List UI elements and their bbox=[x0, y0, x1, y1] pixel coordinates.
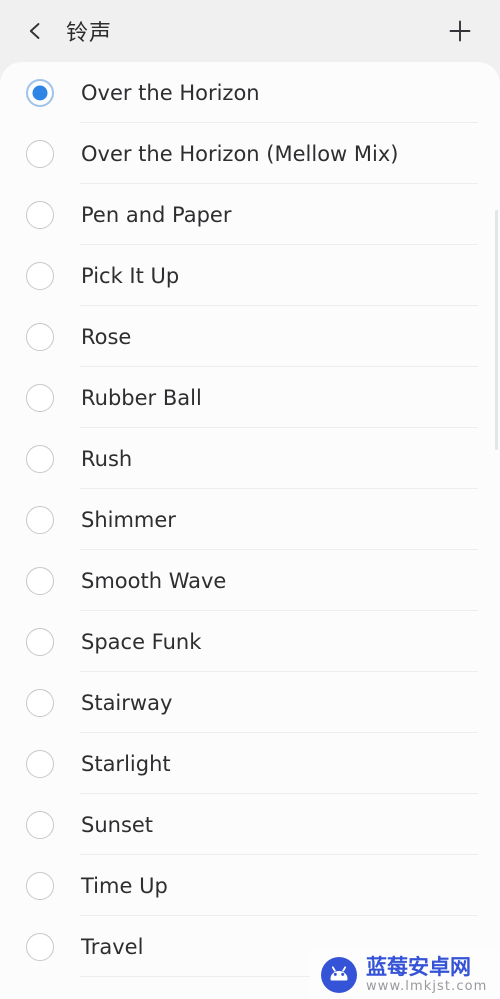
radio-unselected[interactable] bbox=[26, 871, 54, 900]
watermark-title: 蓝莓安卓网 bbox=[366, 954, 471, 979]
scrollbar-track[interactable] bbox=[494, 62, 498, 999]
radio-unselected[interactable] bbox=[26, 139, 54, 168]
ringtone-label: Stairway bbox=[81, 690, 173, 715]
chevron-left-icon bbox=[24, 20, 46, 42]
ringtone-label: Pick It Up bbox=[81, 263, 180, 288]
ringtone-row[interactable]: Stairway bbox=[0, 672, 500, 733]
ringtone-row[interactable]: Rubber Ball bbox=[0, 367, 500, 428]
ringtone-label: Sunset bbox=[81, 812, 154, 837]
ringtone-label: Smooth Wave bbox=[81, 568, 227, 593]
ringtone-row[interactable]: Space Funk bbox=[0, 611, 500, 672]
ringtone-label: Rush bbox=[81, 446, 133, 471]
back-button[interactable] bbox=[18, 14, 52, 48]
radio-unselected[interactable] bbox=[26, 383, 54, 412]
radio-unselected[interactable] bbox=[26, 688, 54, 717]
radio-unselected[interactable] bbox=[26, 444, 54, 473]
add-button[interactable] bbox=[442, 13, 478, 49]
ringtone-label: Over the Horizon (Mellow Mix) bbox=[81, 141, 399, 166]
scrollbar-thumb[interactable] bbox=[495, 210, 498, 450]
radio-selected[interactable] bbox=[26, 78, 54, 107]
ringtone-row[interactable]: Over the Horizon (Mellow Mix) bbox=[0, 123, 500, 184]
radio-unselected[interactable] bbox=[26, 322, 54, 351]
ringtone-label: Space Funk bbox=[81, 629, 202, 654]
watermark-text: 蓝莓安卓网 www.lmkjst.com bbox=[366, 954, 488, 994]
radio-unselected[interactable] bbox=[26, 505, 54, 534]
radio-unselected[interactable] bbox=[26, 749, 54, 778]
ringtone-row[interactable]: Sunset bbox=[0, 794, 500, 855]
ringtone-label: Over the Horizon bbox=[81, 80, 260, 105]
ringtone-row[interactable]: Rush bbox=[0, 428, 500, 489]
ringtone-label: Rubber Ball bbox=[81, 385, 202, 410]
ringtone-row[interactable]: Smooth Wave bbox=[0, 550, 500, 611]
ringtone-label: Travel bbox=[81, 934, 144, 959]
ringtone-row[interactable]: Rose bbox=[0, 306, 500, 367]
ringtone-label: Time Up bbox=[81, 873, 168, 898]
radio-unselected[interactable] bbox=[26, 810, 54, 839]
ringtone-list: Over the Horizon Over the Horizon (Mellow… bbox=[0, 62, 500, 999]
app-header: 铃声 bbox=[0, 0, 500, 62]
ringtone-label: Shimmer bbox=[81, 507, 176, 532]
radio-unselected[interactable] bbox=[26, 200, 54, 229]
ringtone-row[interactable]: Starlight bbox=[0, 733, 500, 794]
ringtone-row[interactable]: Time Up bbox=[0, 855, 500, 916]
android-robot-circle-icon bbox=[318, 954, 360, 996]
watermark: 蓝莓安卓网 www.lmkjst.com bbox=[310, 950, 500, 999]
watermark-url: www.lmkjst.com bbox=[366, 978, 488, 994]
radio-unselected[interactable] bbox=[26, 627, 54, 656]
ringtone-label: Rose bbox=[81, 324, 132, 349]
ringtone-label: Pen and Paper bbox=[81, 202, 232, 227]
ringtone-row[interactable]: Pick It Up bbox=[0, 245, 500, 306]
ringtone-row[interactable]: Over the Horizon bbox=[0, 62, 500, 123]
radio-unselected[interactable] bbox=[26, 261, 54, 290]
ringtone-row[interactable]: Pen and Paper bbox=[0, 184, 500, 245]
ringtone-row[interactable]: Shimmer bbox=[0, 489, 500, 550]
plus-icon bbox=[447, 18, 473, 44]
ringtone-label: Starlight bbox=[81, 751, 171, 776]
radio-unselected[interactable] bbox=[26, 932, 54, 961]
radio-unselected[interactable] bbox=[26, 566, 54, 595]
page-title: 铃声 bbox=[66, 21, 113, 46]
